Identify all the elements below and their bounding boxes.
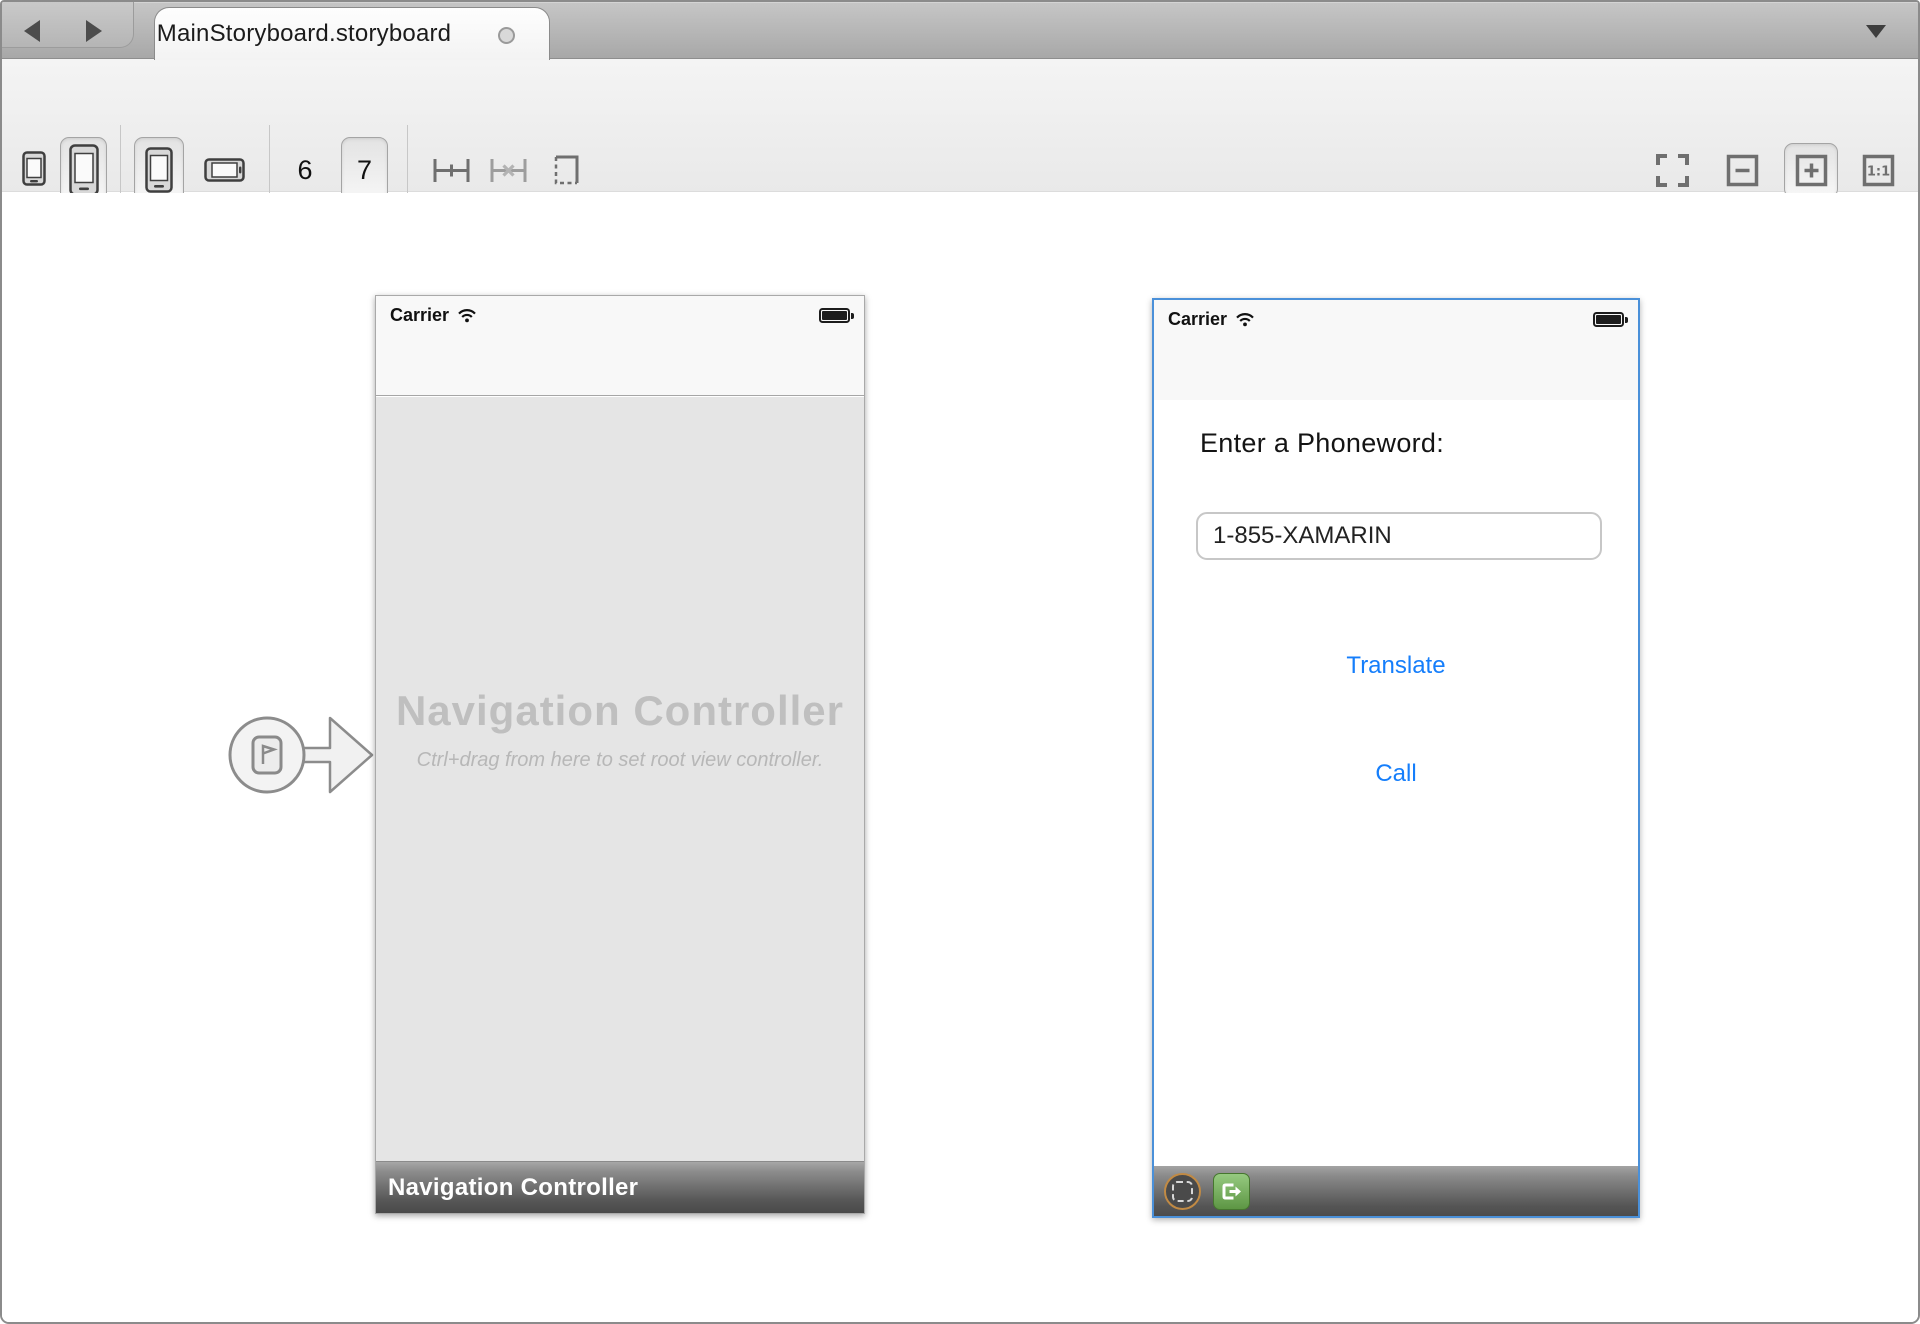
scene-toolbar xyxy=(1154,1166,1638,1216)
navigation-controller-scene[interactable]: Carrier Navigation Controller Ctrl+drag … xyxy=(375,295,865,1214)
frame-constraint-icon xyxy=(550,151,583,189)
zoom-in-button[interactable] xyxy=(1784,143,1838,198)
one-to-one-icon: 1:1 xyxy=(1862,154,1895,187)
back-button[interactable] xyxy=(16,17,48,45)
ios7-label: 7 xyxy=(357,155,372,186)
tab-bar: MainStoryboard.storyboard xyxy=(2,2,1918,59)
carrier-text: Carrier xyxy=(390,305,449,326)
width-constraint-icon xyxy=(432,155,471,186)
size-iphone35-button[interactable] xyxy=(22,151,46,186)
design-surface[interactable]: Carrier Navigation Controller Ctrl+drag … xyxy=(2,193,1918,1322)
navigation-controller-content[interactable]: Navigation Controller Ctrl+drag from her… xyxy=(376,397,864,1161)
ios6-button[interactable]: 6 xyxy=(290,155,320,185)
dashed-frame-glyph xyxy=(1172,1181,1193,1202)
wifi-icon xyxy=(457,308,477,323)
carrier-text: Carrier xyxy=(1168,309,1227,330)
svg-text:1:1: 1:1 xyxy=(1867,165,1890,180)
scene-hint-text: Ctrl+drag from here to set root view con… xyxy=(396,749,844,772)
orientation-landscape-button[interactable] xyxy=(204,158,245,182)
add-constraint-button[interactable] xyxy=(432,155,471,186)
fullscreen-icon xyxy=(1654,152,1691,189)
phoneword-view-controller-scene[interactable]: Carrier Enter a Phoneword: Translate Cal… xyxy=(1152,298,1640,1218)
status-bar: Carrier xyxy=(376,296,864,396)
phone-portrait-icon xyxy=(145,147,173,193)
forward-button[interactable] xyxy=(78,17,110,45)
tab-list-dropdown-icon[interactable] xyxy=(1866,25,1886,38)
scene-watermark-title: Navigation Controller xyxy=(396,687,844,735)
designer-toolbar: 6 7 SIZE ORIENTATION iOS VERS xyxy=(2,59,1918,192)
phone-landscape-icon xyxy=(204,158,245,182)
carrier-label: Carrier xyxy=(1168,309,1255,330)
storyboard-entry-arrow[interactable] xyxy=(212,702,382,808)
carrier-label: Carrier xyxy=(390,305,477,326)
phoneword-prompt-label: Enter a Phoneword: xyxy=(1200,428,1444,459)
remove-constraint-icon xyxy=(489,155,528,186)
battery-icon xyxy=(819,308,850,323)
view-controller-glyph xyxy=(253,737,281,773)
exit-segue-icon[interactable] xyxy=(1213,1173,1250,1210)
battery-icon xyxy=(1593,312,1624,327)
designer-window: MainStoryboard.storyboard xyxy=(0,0,1920,1324)
document-tab[interactable]: MainStoryboard.storyboard xyxy=(154,7,550,60)
status-bar: Carrier xyxy=(1154,300,1638,400)
remove-constraint-button[interactable] xyxy=(489,155,528,186)
zoom-in-icon xyxy=(1795,154,1828,187)
tab-title: MainStoryboard.storyboard xyxy=(157,20,451,48)
tab-modified-indicator[interactable] xyxy=(498,27,515,44)
view-controller-icon[interactable] xyxy=(1164,1173,1201,1210)
phoneword-input[interactable] xyxy=(1196,512,1602,560)
zoom-fit-button[interactable] xyxy=(1654,152,1691,189)
zoom-actual-size-button[interactable]: 1:1 xyxy=(1862,154,1895,187)
wifi-icon xyxy=(1235,312,1255,327)
exit-arrow-glyph xyxy=(1220,1180,1243,1203)
zoom-out-icon xyxy=(1726,154,1759,187)
phone-small-icon xyxy=(22,151,46,186)
back-arrow-icon xyxy=(24,20,40,42)
translate-button[interactable]: Translate xyxy=(1154,652,1638,680)
scene-name-bar[interactable]: Navigation Controller xyxy=(376,1161,864,1213)
frame-constraint-button[interactable] xyxy=(550,151,583,189)
forward-arrow-icon xyxy=(86,20,102,42)
phone-large-icon xyxy=(69,144,99,196)
zoom-out-button[interactable] xyxy=(1726,154,1759,187)
call-button[interactable]: Call xyxy=(1154,760,1638,788)
